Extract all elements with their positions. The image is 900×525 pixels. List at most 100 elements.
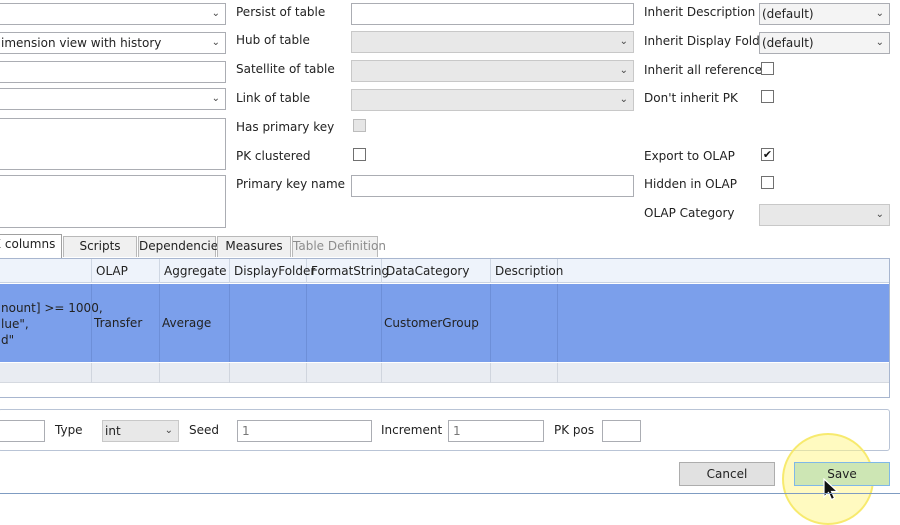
table-row[interactable]: nount] >= 1000, lue", d" Transfer Averag… (0, 284, 889, 362)
hidden-olap-checkbox[interactable] (761, 176, 774, 189)
cell-datacategory: CustomerGroup (382, 284, 491, 362)
link-label: Link of table (236, 91, 311, 105)
left-combo-3[interactable]: ⌄ (0, 88, 226, 110)
grid-header-description[interactable]: Description (491, 259, 563, 283)
pkpos-label: PK pos (554, 423, 595, 437)
new-row-divider (557, 363, 558, 383)
new-row-divider (91, 363, 92, 383)
cell-olap-text: Transfer (94, 316, 143, 330)
chevron-down-icon: ⌄ (211, 93, 220, 104)
type-label: Type (55, 423, 83, 437)
seed-label: Seed (189, 423, 219, 437)
grid-header-aggregate-text: Aggregate (164, 264, 227, 278)
has-pk-checkbox (353, 119, 366, 132)
chevron-down-icon: ⌄ (164, 425, 173, 436)
grid-header-expression[interactable] (0, 259, 92, 283)
bottom-divider (0, 493, 900, 494)
dont-inherit-pk-checkbox[interactable] (761, 90, 774, 103)
pk-clustered-checkbox[interactable] (353, 148, 366, 161)
tab-dependencies[interactable]: Dependencies (138, 236, 224, 257)
satellite-combo[interactable]: ⌄ (351, 60, 634, 82)
hub-combo[interactable]: ⌄ (351, 31, 634, 53)
chevron-down-icon: ⌄ (619, 65, 628, 76)
chevron-down-icon: ⌄ (211, 37, 220, 48)
seed-value: 1 (242, 424, 250, 438)
hub-label: Hub of table (236, 33, 310, 47)
new-row[interactable] (0, 363, 889, 383)
tab-ax-columns[interactable]: AX columns (0, 234, 62, 258)
seed-input[interactable]: 1 (237, 420, 372, 442)
tab-ax-columns-label: AX columns (0, 237, 56, 251)
chevron-down-icon: ⌄ (619, 94, 628, 105)
cell-displayfolder (230, 284, 307, 362)
persist-input[interactable] (351, 3, 634, 25)
dont-inherit-pk-label: Don't inherit PK (644, 91, 738, 105)
expression-line-1: nount] >= 1000, (1, 301, 103, 315)
satellite-label: Satellite of table (236, 62, 335, 76)
persist-label: Persist of table (236, 5, 326, 19)
type-combo[interactable]: ⌄ (0, 3, 226, 25)
tab-scripts[interactable]: Scripts (63, 236, 137, 257)
new-row-divider (306, 363, 307, 383)
pk-name-label: Primary key name (236, 177, 346, 191)
inherit-desc-label: Inherit Description (644, 5, 756, 19)
cell-expression: nount] >= 1000, lue", d" (0, 284, 103, 362)
cell-olap: Transfer (92, 284, 160, 362)
identity-type-combo[interactable]: int ⌄ (102, 420, 179, 442)
grid-header-olap-text: OLAP (96, 264, 128, 278)
grid-header-displayfolder[interactable]: DisplayFolder (230, 259, 315, 283)
grid-header-formatstring[interactable]: FormatString (307, 259, 389, 283)
pkpos-input[interactable] (602, 420, 641, 442)
tab-dependencies-label: Dependencies (139, 239, 225, 253)
pk-clustered-label: PK clustered (236, 149, 311, 163)
chevron-down-icon: ⌄ (619, 36, 628, 47)
tab-measures-label: Measures (225, 239, 283, 253)
grid-header-aggregate[interactable]: Aggregate (160, 259, 230, 283)
grid-header-formatstring-text: FormatString (311, 264, 390, 278)
grid-header-displayfolder-text: DisplayFolder (234, 264, 316, 278)
view-type-value: imension view with history (1, 36, 162, 50)
pk-name-input[interactable] (351, 175, 634, 197)
inherit-desc-value: (default) (762, 7, 814, 21)
tab-scripts-label: Scripts (79, 239, 121, 253)
increment-value: 1 (453, 424, 461, 438)
expression-line-2: lue", (1, 317, 29, 331)
comment-textarea[interactable] (0, 175, 226, 228)
new-row-divider (229, 363, 230, 383)
has-pk-label: Has primary key (236, 120, 335, 134)
identity-first-input[interactable] (0, 420, 45, 442)
increment-input[interactable]: 1 (448, 420, 544, 442)
cancel-button-label: Cancel (706, 467, 748, 481)
inherit-folder-label: Inherit Display Folder (644, 34, 773, 48)
inherit-desc-combo[interactable]: (default) ⌄ (759, 3, 890, 25)
link-combo[interactable]: ⌄ (351, 89, 634, 111)
export-olap-checkbox[interactable]: ✔ (761, 148, 774, 161)
cell-aggregate: Average (160, 284, 230, 362)
cell-aggregate-text: Average (162, 316, 212, 330)
inherit-folder-value: (default) (762, 36, 814, 50)
inherit-folder-combo[interactable]: (default) ⌄ (759, 32, 890, 54)
inherit-refs-label: Inherit all references (644, 63, 769, 77)
grid-header-datacategory[interactable]: DataCategory (382, 259, 491, 283)
columns-grid[interactable]: OLAP Aggregate DisplayFolder FormatStrin… (0, 258, 890, 398)
increment-label: Increment (381, 423, 443, 437)
checkmark-icon: ✔ (762, 148, 773, 161)
description-textarea[interactable] (0, 118, 226, 170)
inherit-refs-checkbox[interactable] (761, 62, 774, 75)
expression-line-3: d" (1, 333, 15, 347)
tab-table-definition: Table Definition (292, 236, 386, 257)
left-textbox[interactable] (0, 61, 226, 83)
export-olap-label: Export to OLAP (644, 149, 735, 163)
identity-type-value: int (105, 424, 121, 438)
save-button[interactable]: Save (794, 462, 890, 486)
cell-formatstring (307, 284, 382, 362)
olap-category-label: OLAP Category (644, 206, 735, 220)
olap-category-combo[interactable]: ⌄ (759, 204, 890, 226)
chevron-down-icon: ⌄ (875, 37, 884, 48)
new-row-divider (159, 363, 160, 383)
grid-header-olap[interactable]: OLAP (92, 259, 160, 283)
view-type-combo[interactable]: imension view with history ⌄ (0, 32, 226, 54)
tab-measures[interactable]: Measures (217, 236, 291, 257)
cancel-button[interactable]: Cancel (679, 462, 775, 486)
tab-table-definition-label: Table Definition (293, 239, 386, 253)
